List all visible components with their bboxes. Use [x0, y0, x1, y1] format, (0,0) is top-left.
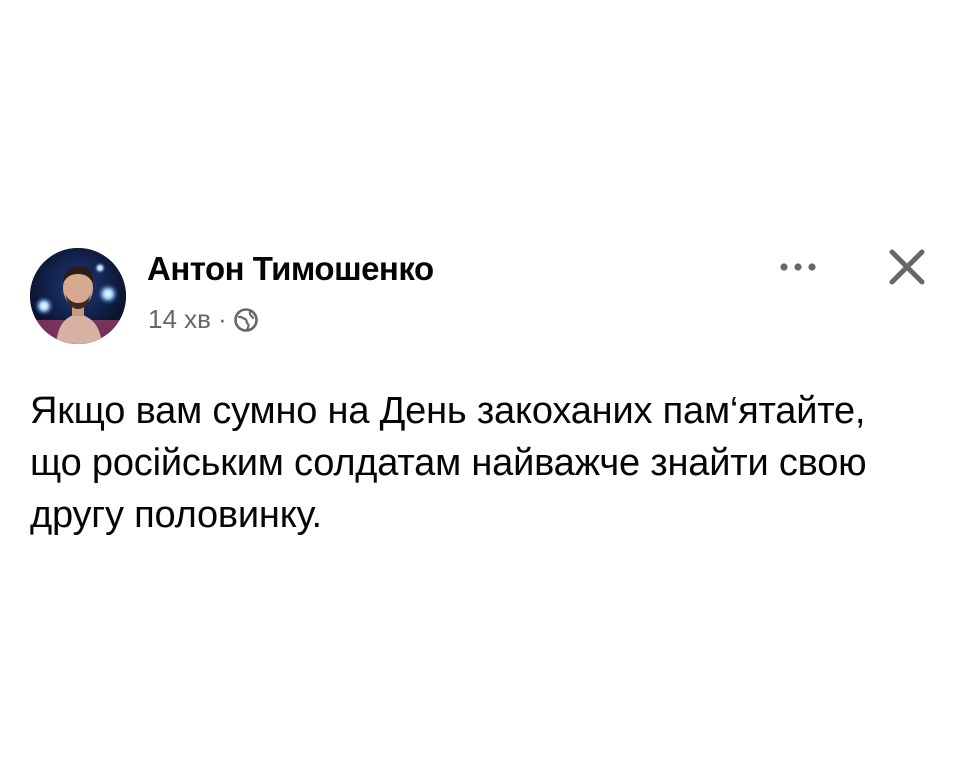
author-name[interactable]: Антон Тимошенко: [147, 250, 434, 288]
globe-icon[interactable]: [233, 307, 259, 333]
post-text-line: Якщо вам сумно на День закоханих пам‘ята…: [30, 390, 866, 432]
ellipsis-icon: [778, 262, 818, 272]
post-text: Якщо вам сумно на День закоханих пам‘ята…: [30, 385, 940, 541]
post-meta: 14 хв ·: [148, 304, 259, 335]
facebook-post: Антон Тимошенко 14 хв · Якщо вам сумно н…: [0, 0, 960, 768]
more-options-button[interactable]: [770, 252, 826, 282]
meta-separator: ·: [217, 304, 227, 334]
post-text-line: що російським солдатам найважче знайти с…: [30, 442, 867, 484]
close-button[interactable]: [880, 242, 934, 292]
post-text-line: другу половинку.: [30, 494, 322, 536]
author-avatar[interactable]: [30, 248, 126, 344]
close-icon: [887, 247, 927, 287]
post-timestamp[interactable]: 14 хв: [148, 304, 211, 335]
avatar-photo: [30, 248, 126, 344]
